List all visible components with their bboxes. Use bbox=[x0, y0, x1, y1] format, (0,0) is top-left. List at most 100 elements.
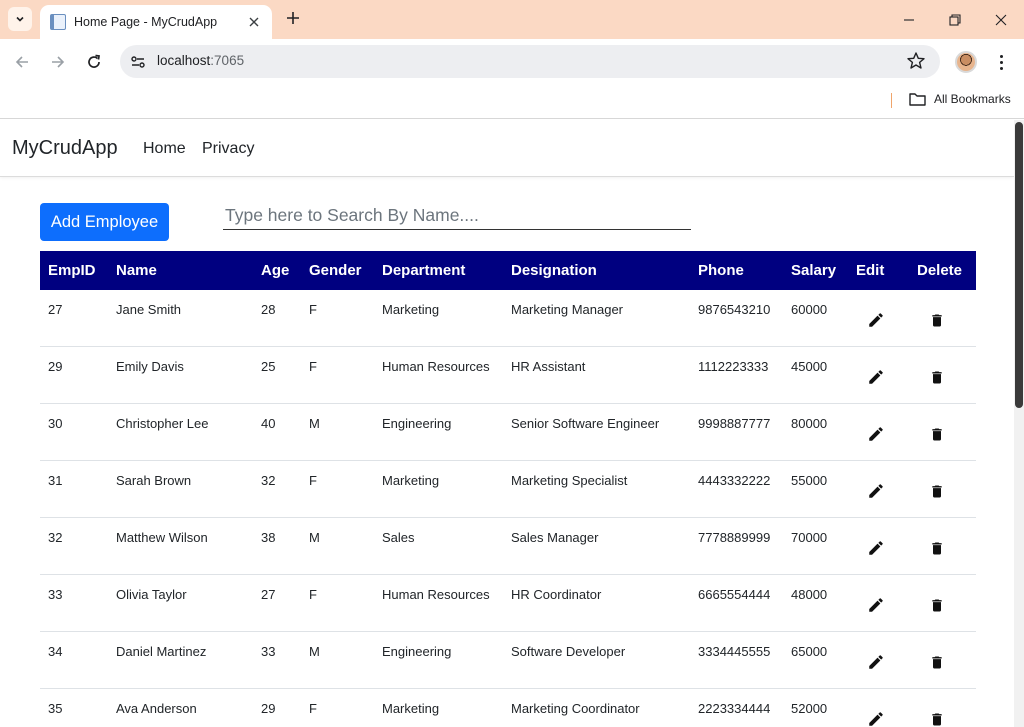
delete-button[interactable] bbox=[926, 423, 948, 445]
edit-button[interactable] bbox=[865, 651, 887, 673]
cell-phone: 9876543210 bbox=[698, 302, 771, 317]
pencil-icon bbox=[869, 370, 883, 384]
cell-department: Marketing bbox=[382, 701, 440, 716]
trash-icon bbox=[932, 428, 942, 440]
url-port: :7065 bbox=[210, 53, 245, 68]
edit-button[interactable] bbox=[865, 480, 887, 502]
cell-gender: F bbox=[309, 359, 317, 374]
forward-button[interactable] bbox=[46, 50, 70, 74]
cell-phone: 4443332222 bbox=[698, 473, 771, 488]
nav-link-privacy[interactable]: Privacy bbox=[202, 140, 254, 158]
scrollbar-thumb[interactable] bbox=[1015, 122, 1023, 408]
app-brand-link[interactable]: MyCrudApp bbox=[12, 137, 118, 160]
edit-button[interactable] bbox=[865, 708, 887, 727]
column-header-gender: Gender bbox=[309, 262, 362, 279]
cell-department: Human Resources bbox=[382, 359, 490, 374]
close-icon bbox=[995, 14, 1007, 25]
restore-icon bbox=[949, 13, 961, 26]
table-row: 32 Matthew Wilson 38 M Sales Sales Manager 777… bbox=[40, 518, 976, 575]
profile-avatar[interactable] bbox=[955, 51, 977, 73]
cell-name: Ava Anderson bbox=[116, 701, 197, 716]
trash-icon bbox=[932, 542, 942, 554]
cell-designation: Senior Software Engineer bbox=[511, 416, 660, 431]
all-bookmarks-link[interactable]: All Bookmarks bbox=[934, 92, 1011, 106]
edit-button[interactable] bbox=[865, 537, 887, 559]
edit-button[interactable] bbox=[865, 366, 887, 388]
cell-age: 40 bbox=[261, 416, 276, 431]
cell-phone: 7778889999 bbox=[698, 530, 771, 545]
url-text: localhost:7065 bbox=[157, 53, 244, 68]
delete-button[interactable] bbox=[926, 480, 948, 502]
cell-designation: Marketing Manager bbox=[511, 302, 623, 317]
delete-button[interactable] bbox=[926, 594, 948, 616]
minimize-button[interactable] bbox=[886, 0, 932, 39]
column-header-phone: Phone bbox=[698, 262, 744, 279]
pencil-icon bbox=[869, 313, 883, 327]
reload-button[interactable] bbox=[82, 50, 106, 74]
cell-empid: 33 bbox=[48, 587, 63, 602]
search-input[interactable] bbox=[223, 202, 691, 230]
restore-button[interactable] bbox=[932, 0, 978, 39]
folder-icon[interactable] bbox=[909, 92, 926, 106]
cell-designation: HR Coordinator bbox=[511, 587, 602, 602]
cell-phone: 9998887777 bbox=[698, 416, 771, 431]
tab-search-button[interactable] bbox=[8, 7, 32, 31]
pencil-icon bbox=[869, 427, 883, 441]
cell-department: Marketing bbox=[382, 473, 440, 488]
delete-button[interactable] bbox=[926, 309, 948, 331]
delete-button[interactable] bbox=[926, 537, 948, 559]
cell-gender: F bbox=[309, 587, 317, 602]
pencil-icon bbox=[869, 655, 883, 669]
cell-empid: 32 bbox=[48, 530, 63, 545]
browser-tab[interactable]: Home Page - MyCrudApp bbox=[40, 5, 272, 39]
cell-empid: 34 bbox=[48, 644, 63, 659]
cell-salary: 55000 bbox=[791, 473, 828, 488]
cell-phone: 2223334444 bbox=[698, 701, 771, 716]
cell-gender: F bbox=[309, 302, 317, 317]
back-button[interactable] bbox=[10, 50, 34, 74]
cell-salary: 52000 bbox=[791, 701, 828, 716]
add-employee-button[interactable]: Add Employee bbox=[40, 203, 169, 241]
cell-department: Human Resources bbox=[382, 587, 490, 602]
cell-salary: 60000 bbox=[791, 302, 828, 317]
cell-salary: 48000 bbox=[791, 587, 828, 602]
employee-table: EmpID Name Age Gender Department Designa… bbox=[40, 251, 976, 727]
bookmark-star-icon[interactable] bbox=[906, 51, 926, 71]
column-header-age: Age bbox=[261, 262, 290, 279]
edit-button[interactable] bbox=[865, 423, 887, 445]
edit-button[interactable] bbox=[865, 594, 887, 616]
edit-button[interactable] bbox=[865, 309, 887, 331]
address-bar[interactable]: localhost:7065 bbox=[120, 45, 940, 78]
cell-name: Christopher Lee bbox=[116, 416, 209, 431]
close-window-button[interactable] bbox=[978, 0, 1024, 39]
cell-phone: 3334445555 bbox=[698, 644, 771, 659]
column-header-edit: Edit bbox=[856, 262, 885, 279]
cell-salary: 70000 bbox=[791, 530, 828, 545]
cell-name: Sarah Brown bbox=[116, 473, 192, 488]
close-icon bbox=[249, 17, 259, 27]
nav-link-home[interactable]: Home bbox=[143, 140, 186, 158]
trash-icon bbox=[932, 371, 942, 383]
browser-tab-strip: Home Page - MyCrudApp bbox=[0, 0, 1024, 39]
cell-gender: F bbox=[309, 473, 317, 488]
tab-close-button[interactable] bbox=[246, 14, 262, 30]
delete-button[interactable] bbox=[926, 651, 948, 673]
cell-salary: 80000 bbox=[791, 416, 828, 431]
browser-menu-icon[interactable] bbox=[993, 51, 1009, 73]
site-settings-icon[interactable] bbox=[129, 53, 147, 71]
bookmarks-bar: All Bookmarks bbox=[0, 84, 1024, 119]
column-header-delete: Delete bbox=[917, 262, 963, 279]
table-row: 33 Olivia Taylor 27 F Human Resources HR Coor… bbox=[40, 575, 976, 632]
page-scrollbar[interactable] bbox=[1014, 120, 1024, 727]
cell-phone: 6665554444 bbox=[698, 587, 771, 602]
new-tab-button[interactable] bbox=[282, 8, 304, 30]
table-row: 31 Sarah Brown 32 F Marketing Marketing Speci… bbox=[40, 461, 976, 518]
pencil-icon bbox=[869, 712, 883, 726]
column-header-name: Name bbox=[116, 262, 157, 279]
cell-name: Emily Davis bbox=[116, 359, 184, 374]
cell-age: 27 bbox=[261, 587, 276, 602]
cell-department: Sales bbox=[382, 530, 415, 545]
delete-button[interactable] bbox=[926, 708, 948, 727]
cell-age: 25 bbox=[261, 359, 276, 374]
delete-button[interactable] bbox=[926, 366, 948, 388]
